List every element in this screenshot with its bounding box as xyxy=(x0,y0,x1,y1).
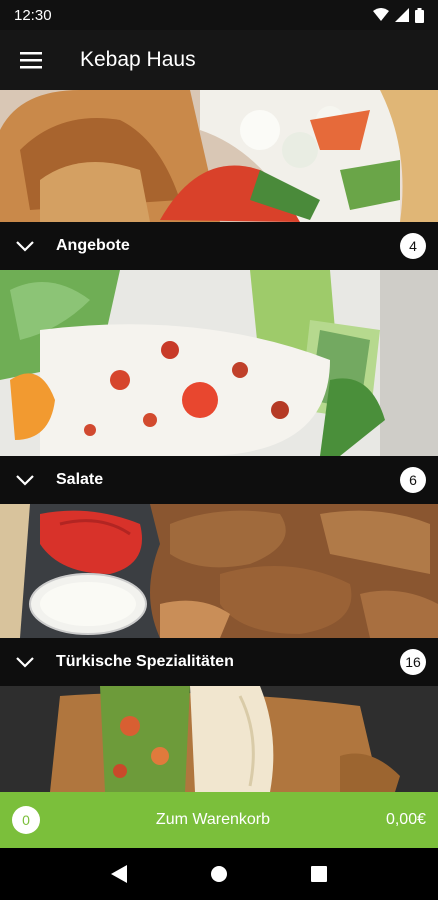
chevron-down-icon xyxy=(0,656,50,668)
category-name: Salate xyxy=(56,471,104,488)
category-angebote[interactable]: Angebote 4 xyxy=(0,222,438,270)
status-icons xyxy=(373,7,424,23)
menu-button[interactable] xyxy=(0,30,62,90)
app-title: Kebap Haus xyxy=(80,48,196,71)
cart-total: 0,00€ xyxy=(385,811,426,828)
category-count-badge: 16 xyxy=(400,649,426,675)
chevron-down-icon xyxy=(0,240,50,252)
hamburger-icon xyxy=(20,52,42,69)
battery-icon xyxy=(415,7,424,23)
category-name: Türkische Spezialitäten xyxy=(56,653,234,670)
signal-icon xyxy=(395,8,409,22)
app-bar: Kebap Haus xyxy=(0,30,438,90)
category-name: Angebote xyxy=(56,237,130,254)
cart-button[interactable]: 0 Zum Warenkorb 0,00€ xyxy=(0,792,438,848)
salate-image[interactable] xyxy=(0,270,438,456)
angebote-image[interactable] xyxy=(0,90,438,222)
back-icon[interactable] xyxy=(111,865,128,883)
category-tuerkische-spezialitaeten[interactable]: Türkische Spezialitäten 16 xyxy=(0,638,438,686)
home-icon[interactable] xyxy=(210,865,228,883)
status-time: 12:30 xyxy=(14,6,52,24)
system-nav-bar xyxy=(0,848,438,900)
status-bar: 12:30 xyxy=(0,0,438,30)
category-count-badge: 4 xyxy=(400,233,426,259)
cart-count-badge: 0 xyxy=(12,806,40,834)
chevron-down-icon xyxy=(0,474,50,486)
spezialitaeten-image[interactable] xyxy=(0,504,438,638)
wifi-icon xyxy=(373,8,389,21)
category-salate[interactable]: Salate 6 xyxy=(0,456,438,504)
recents-icon[interactable] xyxy=(310,866,327,882)
category-count-badge: 6 xyxy=(400,467,426,493)
category-image-partial[interactable] xyxy=(0,686,438,792)
cart-label: Zum Warenkorb xyxy=(155,811,271,828)
